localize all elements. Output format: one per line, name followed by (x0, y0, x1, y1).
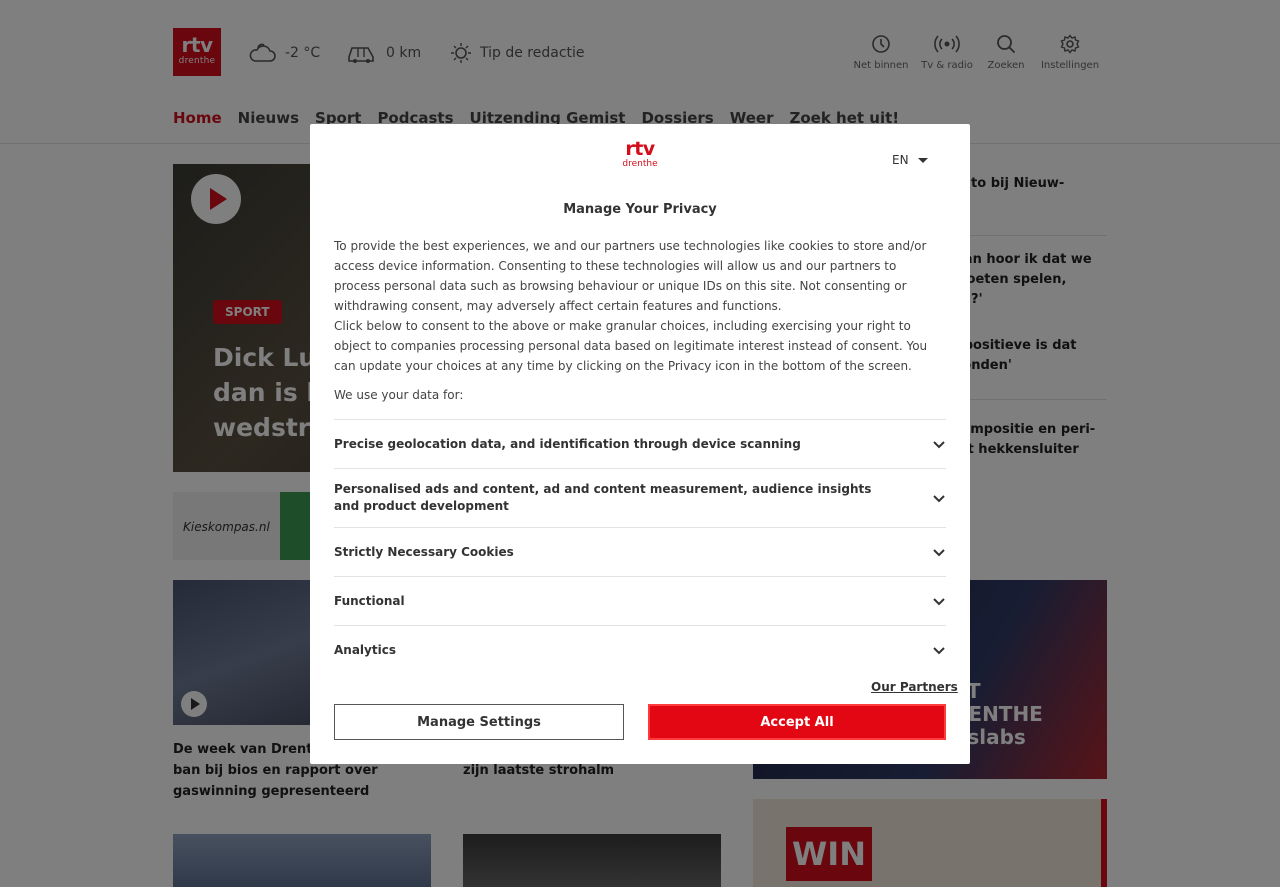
purpose-strictly-necessary[interactable]: Strictly Necessary Cookies (334, 527, 946, 576)
modal-overlay: rtv drenthe EN Manage Your Privacy To pr… (0, 0, 1280, 887)
chevron-down-icon (933, 647, 945, 655)
chevron-down-icon (933, 598, 945, 606)
accept-all-button[interactable]: Accept All (648, 704, 946, 740)
purpose-label: Functional (334, 593, 405, 608)
privacy-dialog: rtv drenthe EN Manage Your Privacy To pr… (310, 124, 970, 764)
our-partners-link[interactable]: Our Partners (871, 680, 958, 694)
dialog-logo: rtv drenthe (618, 138, 662, 170)
chevron-down-icon (933, 549, 945, 557)
language-select[interactable]: EN (892, 153, 928, 167)
consent-paragraph-2: Click below to consent to the above or m… (334, 319, 928, 373)
consent-paragraph-1: To provide the best experiences, we and … (334, 239, 927, 313)
dialog-logo-top: rtv (625, 138, 655, 160)
chevron-down-icon (933, 441, 945, 449)
purpose-analytics[interactable]: Analytics (334, 625, 946, 674)
dialog-body: To provide the best experiences, we and … (334, 236, 946, 376)
purpose-label: Precise geolocation data, and identifica… (334, 436, 801, 451)
purpose-label: Strictly Necessary Cookies (334, 544, 514, 559)
purpose-functional[interactable]: Functional (334, 576, 946, 625)
purpose-geolocation[interactable]: Precise geolocation data, and identifica… (334, 419, 946, 468)
chevron-down-icon (933, 495, 945, 503)
dialog-title: Manage Your Privacy (563, 202, 717, 217)
data-use-label: We use your data for: (334, 388, 464, 402)
dialog-logo-bottom: drenthe (622, 159, 658, 169)
manage-settings-button[interactable]: Manage Settings (334, 704, 624, 740)
purpose-personalised-ads[interactable]: Personalised ads and content, ad and con… (334, 468, 946, 527)
language-value: EN (892, 153, 909, 167)
purpose-label: Personalised ads and content, ad and con… (334, 482, 872, 513)
purpose-label: Analytics (334, 642, 396, 657)
